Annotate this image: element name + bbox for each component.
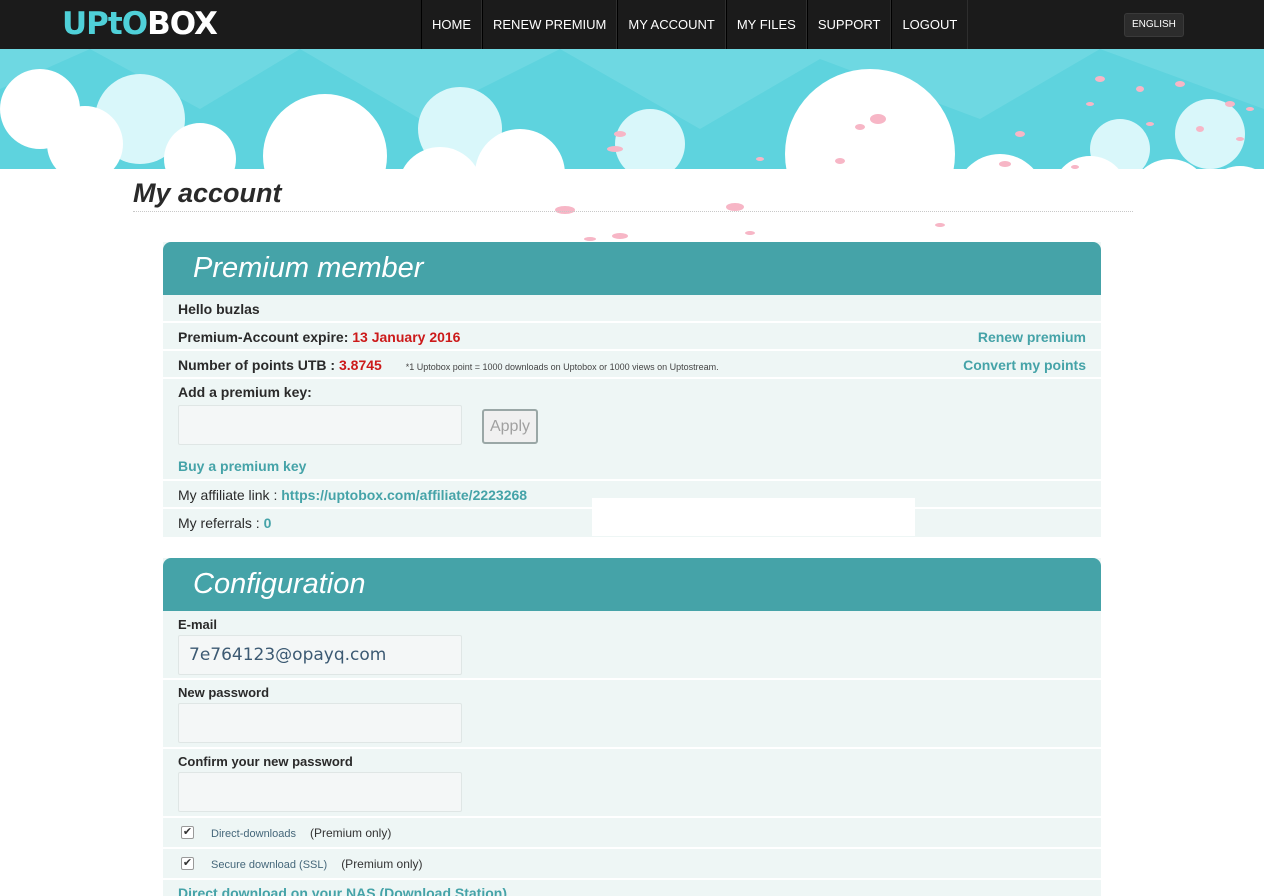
page-title: My account bbox=[133, 178, 282, 208]
apply-button[interactable]: Apply bbox=[482, 409, 538, 444]
secure-download-option[interactable]: Secure download (SSL) (Premium only) bbox=[211, 857, 423, 871]
cloud-banner-art bbox=[0, 49, 1264, 249]
points-label: Number of points UTB : bbox=[178, 357, 336, 373]
affiliate-label: My affiliate link : bbox=[178, 487, 278, 503]
new-password-label: New password bbox=[178, 685, 270, 700]
points-note: *1 Uptobox point = 1000 downloads on Upt… bbox=[405, 362, 719, 372]
secure-download-checkbox[interactable]: ✔ bbox=[181, 857, 194, 870]
secure-download-row: ✔ Secure download (SSL) (Premium only) bbox=[163, 849, 1101, 880]
secure-download-label: Secure download (SSL) bbox=[211, 859, 328, 871]
renew-premium-link[interactable]: Renew premium bbox=[978, 323, 1086, 351]
confirm-password-row: Confirm your new password bbox=[163, 749, 1101, 818]
nav-support[interactable]: SUPPORT bbox=[806, 0, 892, 49]
direct-downloads-label: Direct-downloads bbox=[211, 828, 296, 840]
confirm-password-input[interactable] bbox=[178, 772, 462, 812]
expire-label: Premium-Account expire: bbox=[178, 329, 349, 345]
greeting-text: Hello buzlas bbox=[178, 301, 260, 317]
premium-key-input[interactable] bbox=[178, 405, 462, 445]
logo-part-1: UPtO bbox=[62, 6, 148, 42]
direct-downloads-note: (Premium only) bbox=[309, 826, 392, 840]
blank-area bbox=[592, 498, 915, 536]
premium-panel-title: Premium member bbox=[163, 242, 1101, 295]
greeting-row: Hello buzlas bbox=[163, 295, 1101, 323]
new-password-input[interactable] bbox=[178, 703, 462, 743]
points-row: Number of points UTB : 3.8745 *1 Uptobox… bbox=[163, 351, 1101, 379]
convert-points-link[interactable]: Convert my points bbox=[963, 351, 1086, 379]
nas-download-link[interactable]: Direct download on your NAS (Download St… bbox=[178, 885, 507, 896]
logo-part-2: BOX bbox=[147, 6, 218, 42]
direct-downloads-option[interactable]: Direct-downloads (Premium only) bbox=[211, 826, 391, 840]
expire-date: 13 January 2016 bbox=[352, 329, 461, 345]
title-divider bbox=[133, 211, 1133, 212]
uptobox-logo[interactable]: UPtOBOX bbox=[62, 6, 218, 42]
nav-renew-premium[interactable]: RENEW PREMIUM bbox=[482, 0, 618, 49]
email-row: E-mail 7e764123@opayq.com bbox=[163, 611, 1101, 680]
direct-downloads-checkbox[interactable]: ✔ bbox=[181, 826, 194, 839]
new-password-row: New password bbox=[163, 680, 1101, 749]
cloud-banner bbox=[0, 49, 1264, 249]
buy-premium-key-link[interactable]: Buy a premium key bbox=[178, 458, 306, 474]
referrals-label: My referrals : bbox=[178, 515, 260, 531]
confirm-password-label: Confirm your new password bbox=[178, 754, 353, 769]
main-nav: HOME RENEW PREMIUM MY ACCOUNT MY FILES S… bbox=[421, 0, 969, 49]
language-selector[interactable]: ENGLISH bbox=[1124, 13, 1184, 37]
configuration-panel-title: Configuration bbox=[163, 558, 1101, 611]
nav-my-files[interactable]: MY FILES bbox=[725, 0, 807, 49]
nav-home[interactable]: HOME bbox=[421, 0, 482, 49]
nas-row: Direct download on your NAS (Download St… bbox=[163, 880, 1101, 896]
email-input[interactable]: 7e764123@opayq.com bbox=[178, 635, 462, 675]
top-navbar: UPtOBOX HOME RENEW PREMIUM MY ACCOUNT MY… bbox=[0, 0, 1264, 49]
premium-key-label: Add a premium key: bbox=[178, 384, 312, 400]
email-label: E-mail bbox=[178, 617, 218, 632]
nav-my-account[interactable]: MY ACCOUNT bbox=[617, 0, 726, 49]
nav-logout[interactable]: LOGOUT bbox=[891, 0, 969, 49]
referrals-count[interactable]: 0 bbox=[264, 515, 272, 531]
expire-row: Premium-Account expire: 13 January 2016 … bbox=[163, 323, 1101, 351]
affiliate-link[interactable]: https://uptobox.com/affiliate/2223268 bbox=[281, 487, 527, 503]
secure-download-note: (Premium only) bbox=[341, 857, 423, 871]
points-value: 3.8745 bbox=[339, 357, 382, 373]
direct-downloads-row: ✔ Direct-downloads (Premium only) bbox=[163, 818, 1101, 849]
premium-key-row: Add a premium key: Apply Buy a premium k… bbox=[163, 379, 1101, 481]
premium-panel: Premium member Hello buzlas Premium-Acco… bbox=[163, 242, 1101, 537]
configuration-panel: Configuration E-mail 7e764123@opayq.com … bbox=[163, 558, 1101, 896]
